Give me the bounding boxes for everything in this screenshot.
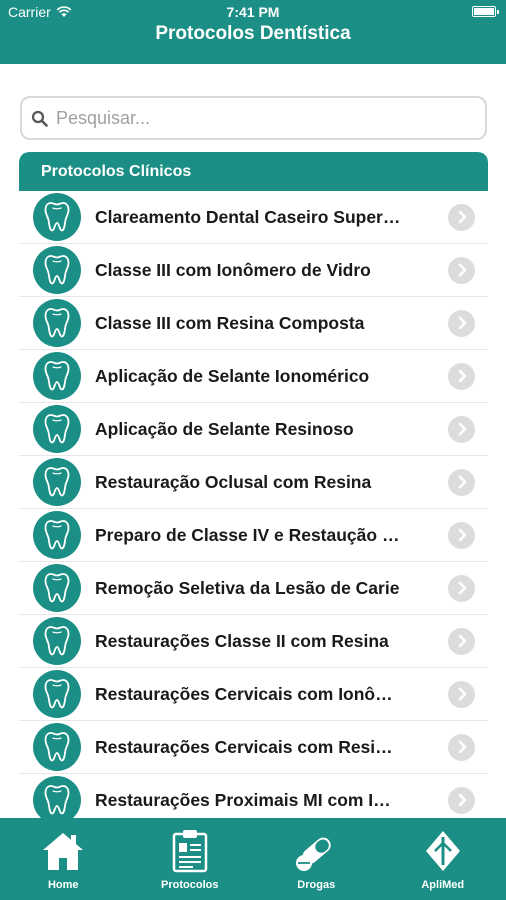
list-item-label: Aplicação de Selante Resinoso bbox=[95, 418, 354, 439]
protocols-section: Protocolos Clínicos Clareamento Dental C… bbox=[19, 152, 488, 822]
tab-drogas[interactable]: Drogas bbox=[253, 818, 380, 900]
chevron-right-icon[interactable] bbox=[448, 309, 475, 337]
list-item[interactable]: Classe III com Ionômero de Vidro bbox=[19, 244, 488, 297]
pills-icon bbox=[293, 828, 339, 874]
list-item[interactable]: Clareamento Dental Caseiro Super… bbox=[19, 191, 488, 244]
list-item-label: Restaurações Proximais MI com I… bbox=[95, 789, 391, 810]
home-icon bbox=[41, 828, 85, 874]
list-item[interactable]: Restauração Oclusal com Resina bbox=[19, 456, 488, 509]
tooth-icon bbox=[33, 617, 81, 665]
list-item-label: Clareamento Dental Caseiro Super… bbox=[95, 206, 401, 227]
status-time: 7:41 PM bbox=[226, 4, 280, 20]
chevron-right-icon[interactable] bbox=[448, 786, 475, 814]
clipboard-icon bbox=[171, 828, 209, 874]
tooth-icon bbox=[33, 776, 81, 822]
tooth-icon bbox=[33, 193, 81, 241]
list-item-label: Classe III com Resina Composta bbox=[95, 312, 365, 333]
search-input[interactable] bbox=[56, 107, 456, 129]
tooth-icon bbox=[33, 458, 81, 506]
page-title: Protocolos Dentística bbox=[155, 23, 351, 44]
tooth-icon bbox=[33, 564, 81, 612]
chevron-right-icon[interactable] bbox=[448, 733, 475, 761]
chevron-right-icon[interactable] bbox=[448, 521, 475, 549]
list-item[interactable]: Classe III com Resina Composta bbox=[19, 297, 488, 350]
list-item-label: Aplicação de Selante Ionomérico bbox=[95, 365, 370, 386]
search-bar[interactable] bbox=[20, 96, 487, 140]
list-item-label: Restaurações Classe II com Resina bbox=[95, 630, 389, 651]
list-item[interactable]: Aplicação de Selante Resinoso bbox=[19, 403, 488, 456]
list-item[interactable]: Restaurações Proximais MI com I… bbox=[19, 774, 488, 822]
chevron-right-icon[interactable] bbox=[448, 415, 475, 443]
chevron-right-icon[interactable] bbox=[448, 627, 475, 655]
chevron-right-icon[interactable] bbox=[448, 468, 475, 496]
aplimed-logo-icon bbox=[423, 828, 463, 874]
list-item[interactable]: Restaurações Cervicais com Ionô… bbox=[19, 668, 488, 721]
tab-bar: Home Protocolos Drogas ApliMed bbox=[0, 818, 506, 900]
tab-aplimed-label: ApliMed bbox=[421, 879, 465, 891]
chevron-right-icon[interactable] bbox=[448, 680, 475, 708]
list-item-label: Restaurações Cervicais com Resi… bbox=[95, 736, 393, 757]
tooth-icon bbox=[33, 352, 81, 400]
tooth-icon bbox=[33, 299, 81, 347]
list-item-label: Restaurações Cervicais com Ionô… bbox=[95, 683, 393, 704]
battery-icon bbox=[472, 6, 499, 17]
chevron-right-icon[interactable] bbox=[448, 203, 475, 231]
tab-protocolos-label: Protocolos bbox=[161, 879, 219, 891]
list-item[interactable]: Restaurações Classe II com Resina bbox=[19, 615, 488, 668]
list-item[interactable]: Restaurações Cervicais com Resi… bbox=[19, 721, 488, 774]
tooth-icon bbox=[33, 723, 81, 771]
tab-aplimed[interactable]: ApliMed bbox=[380, 818, 506, 900]
list-item[interactable]: Aplicação de Selante Ionomérico bbox=[19, 350, 488, 403]
tab-drogas-label: Drogas bbox=[297, 879, 336, 891]
tooth-icon bbox=[33, 405, 81, 453]
tab-protocolos[interactable]: Protocolos bbox=[127, 818, 254, 900]
list-item-label: Preparo de Classe IV e Restaução … bbox=[95, 524, 400, 545]
chevron-right-icon[interactable] bbox=[448, 256, 475, 284]
list-item-label: Restauração Oclusal com Resina bbox=[95, 471, 372, 492]
list-item[interactable]: Preparo de Classe IV e Restaução … bbox=[19, 509, 488, 562]
search-icon bbox=[22, 110, 56, 127]
list-item-label: Remoção Seletiva da Lesão de Carie bbox=[95, 577, 400, 598]
tooth-icon bbox=[33, 511, 81, 559]
tooth-icon bbox=[33, 246, 81, 294]
chevron-right-icon[interactable] bbox=[448, 574, 475, 602]
status-bar: Carrier 7:41 PM bbox=[0, 0, 506, 22]
tab-home-label: Home bbox=[47, 879, 79, 891]
chevron-right-icon[interactable] bbox=[448, 362, 475, 390]
tab-home[interactable]: Home bbox=[0, 818, 127, 900]
list-item[interactable]: Remoção Seletiva da Lesão de Carie bbox=[19, 562, 488, 615]
section-header: Protocolos Clínicos bbox=[19, 152, 488, 191]
protocol-list: Clareamento Dental Caseiro Super… Classe… bbox=[19, 191, 488, 822]
list-item-label: Classe III com Ionômero de Vidro bbox=[95, 259, 371, 280]
app-header: Carrier 7:41 PM Protocolos Dentística bbox=[0, 0, 506, 64]
tooth-icon bbox=[33, 670, 81, 718]
